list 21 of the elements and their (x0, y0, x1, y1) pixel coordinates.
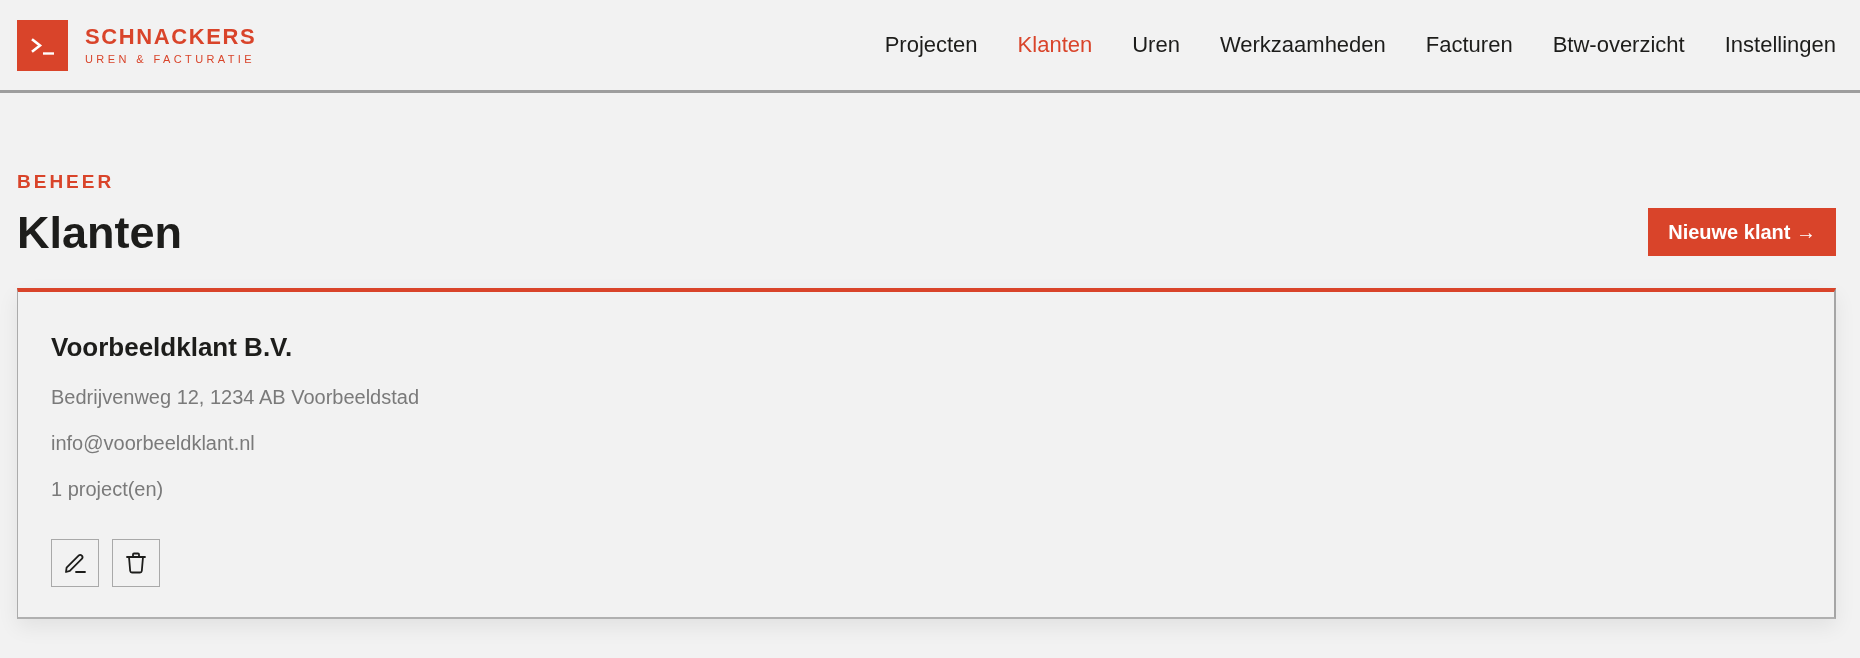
client-name: Voorbeeldklant B.V. (51, 334, 293, 360)
nav-link[interactable]: Klanten (1017, 34, 1093, 56)
nav-link[interactable]: Werkzaamheden (1219, 34, 1386, 56)
new-client-button[interactable]: Nieuwe klant → (1648, 208, 1836, 256)
page-title: Klanten (17, 209, 182, 255)
nav-link[interactable]: Btw-overzicht (1552, 34, 1685, 56)
client-email: info@voorbeeldklant.nl (51, 433, 255, 453)
nav-link[interactable]: Projecten (884, 34, 978, 56)
client-address: Bedrijvenweg 12, 1234 AB Voorbeeldstad (51, 387, 420, 407)
pencil-icon (64, 552, 86, 574)
brand-tagline: UREN & FACTURATIE (85, 53, 257, 65)
nav-link[interactable]: Facturen (1425, 34, 1513, 56)
trash-icon (125, 552, 147, 574)
brand-name: SCHNACKERS (85, 25, 257, 48)
section-eyebrow: BEHEER (17, 172, 115, 191)
project-count: 1 project(en) (51, 479, 164, 499)
nav-link[interactable]: Uren (1132, 34, 1180, 56)
edit-button[interactable] (51, 539, 99, 587)
delete-button[interactable] (112, 539, 160, 587)
terminal-logo-icon (17, 19, 68, 71)
nav-link[interactable]: Instellingen (1724, 34, 1836, 56)
